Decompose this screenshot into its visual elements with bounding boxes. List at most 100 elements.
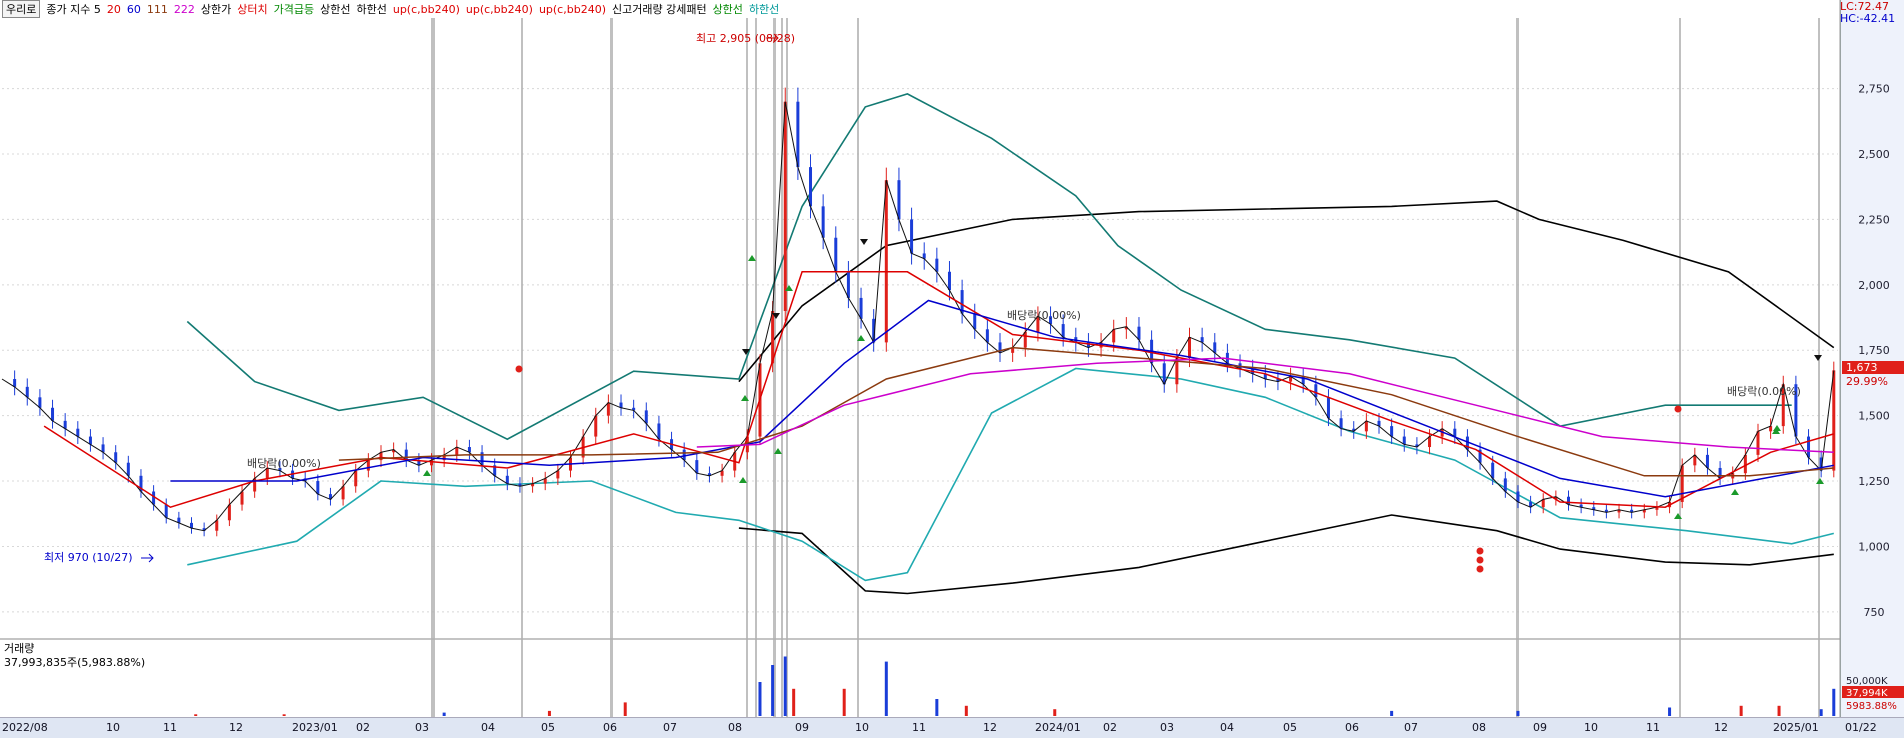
candle-body: [834, 237, 838, 272]
legend-item[interactable]: up(c,bb240): [539, 3, 606, 16]
y-tick-label: 2,750: [1858, 83, 1890, 96]
legend-item[interactable]: 상한가: [201, 1, 231, 17]
y-tick-label: 1,500: [1858, 410, 1890, 423]
legend-item[interactable]: up(c,bb240): [393, 3, 460, 16]
x-tick-label: 11: [163, 721, 177, 734]
event-marker: [1679, 18, 1681, 717]
candle-body: [1339, 418, 1343, 429]
x-tick-label: 08: [1472, 721, 1486, 734]
volume-bar: [282, 714, 286, 716]
candle-body: [25, 386, 29, 398]
volume-bar: [935, 699, 939, 716]
event-marker: [1516, 18, 1519, 717]
volume-bar: [884, 661, 888, 716]
candle-body: [796, 101, 800, 168]
candle-body: [215, 520, 219, 531]
candle-body: [1061, 324, 1065, 338]
legend-item[interactable]: 222: [174, 3, 195, 16]
volume-bar: [771, 665, 775, 716]
x-tick-label: 09: [795, 721, 809, 734]
x-tick-label: 10: [1584, 721, 1598, 734]
x-tick-label: 11: [912, 721, 926, 734]
band-line-upper-short: [186, 93, 1792, 441]
volume-title: 거래량: [4, 642, 35, 655]
candle-body: [38, 397, 42, 408]
candle-body: [973, 313, 977, 330]
legend-item[interactable]: 20: [107, 3, 121, 16]
y-tick-label: 1,250: [1858, 475, 1890, 488]
legend-item[interactable]: 하한선: [356, 1, 386, 17]
candle-body: [1680, 465, 1684, 502]
candle-body: [1137, 326, 1141, 340]
black-down-marker: [860, 239, 868, 245]
event-marker: [857, 18, 859, 717]
candle-body: [1743, 454, 1747, 474]
volume-bar: [547, 710, 551, 716]
green-up-marker: [739, 477, 747, 483]
legend-item[interactable]: 신고거래량 강세패턴: [612, 1, 707, 17]
candle-body: [1364, 420, 1368, 432]
y-tick-label: 2,500: [1858, 148, 1890, 161]
x-tick-label: 04: [481, 721, 495, 734]
y-tick-label: 750: [1864, 606, 1885, 619]
volume-bar: [758, 682, 762, 716]
legend-item[interactable]: 111: [147, 3, 168, 16]
candle-body: [227, 504, 231, 521]
candle-body: [354, 470, 358, 487]
low-annotation: 최저 970 (10/27): [44, 551, 133, 564]
legend-item[interactable]: 60: [127, 3, 141, 16]
candle-body: [1390, 426, 1394, 437]
dividend-annotation: 배당락(0.00%): [1727, 385, 1801, 398]
x-tick-label: 2024/01: [1035, 721, 1081, 734]
legend-item[interactable]: up(c,bb240): [466, 3, 533, 16]
x-tick-label: 2022/08: [2, 721, 48, 734]
volume-bar: [1739, 705, 1743, 716]
candle-body: [594, 415, 598, 437]
legend: 우리로 종가 지수 5 20 60 111 222 상한가 상터치 가격급등 상한선 하한선 up(…: [2, 0, 779, 18]
x-tick-label: 12: [983, 721, 997, 734]
candle-body: [1832, 370, 1836, 471]
candle-body: [783, 101, 787, 311]
signal-dot: [1476, 556, 1484, 564]
x-tick-label: 2023/01: [292, 721, 338, 734]
x-tick-label: 07: [1404, 721, 1418, 734]
candle-body: [152, 491, 156, 505]
candle-body: [341, 486, 345, 500]
legend-item[interactable]: 가격급등: [274, 1, 314, 17]
candle-body: [1503, 478, 1507, 492]
legend-item[interactable]: 종가 지수 5: [46, 1, 100, 17]
time-axis[interactable]: 2022/08 10 11 12 2023/01 02 03 04 05 06 07 08 09 10 11…: [0, 717, 1904, 738]
price-tag: 1,673: [1846, 361, 1878, 374]
candle-body: [657, 423, 661, 440]
candle-body: [1213, 342, 1217, 353]
ma-line-20: [43, 271, 1835, 509]
lc-hc-readout: LC:72.47 HC:-42.41: [1840, 1, 1895, 25]
x-tick-label: 02: [1103, 721, 1117, 734]
legend-item[interactable]: 상한선: [320, 1, 350, 17]
signal-dot: [1476, 547, 1484, 555]
volume-bar: [842, 688, 846, 716]
volume-bar: [783, 656, 787, 716]
y-tick-label: 1,000: [1858, 540, 1890, 553]
legend-item[interactable]: 상터치: [237, 1, 267, 17]
volume-value: 37,993,835주(5,983.88%): [4, 656, 146, 669]
volume-bar: [1516, 710, 1520, 716]
x-tick-label: 2025/01: [1773, 721, 1819, 734]
candle-body: [821, 206, 825, 238]
candle-body: [606, 402, 610, 416]
legend-item[interactable]: 상한선: [713, 1, 743, 17]
hc-value: HC:-42.41: [1840, 12, 1896, 25]
x-tick-label: 09: [1533, 721, 1547, 734]
candle-body: [947, 271, 951, 291]
candle-body: [985, 329, 989, 343]
chart-svg: 750 1,000 1,250 1,500 1,750 2,000 2,250 2,500 2,…: [0, 0, 1904, 717]
stock-name[interactable]: 우리로: [2, 0, 41, 18]
volume-bar: [1832, 688, 1836, 716]
legend-item[interactable]: 하한선: [749, 1, 779, 17]
candle-body: [695, 460, 699, 474]
candle-body: [644, 410, 648, 424]
x-tick-label: 12: [229, 721, 243, 734]
ma-line-111: [338, 346, 1834, 477]
black-down-marker: [1814, 355, 1822, 361]
x-tick-label: 11: [1646, 721, 1660, 734]
